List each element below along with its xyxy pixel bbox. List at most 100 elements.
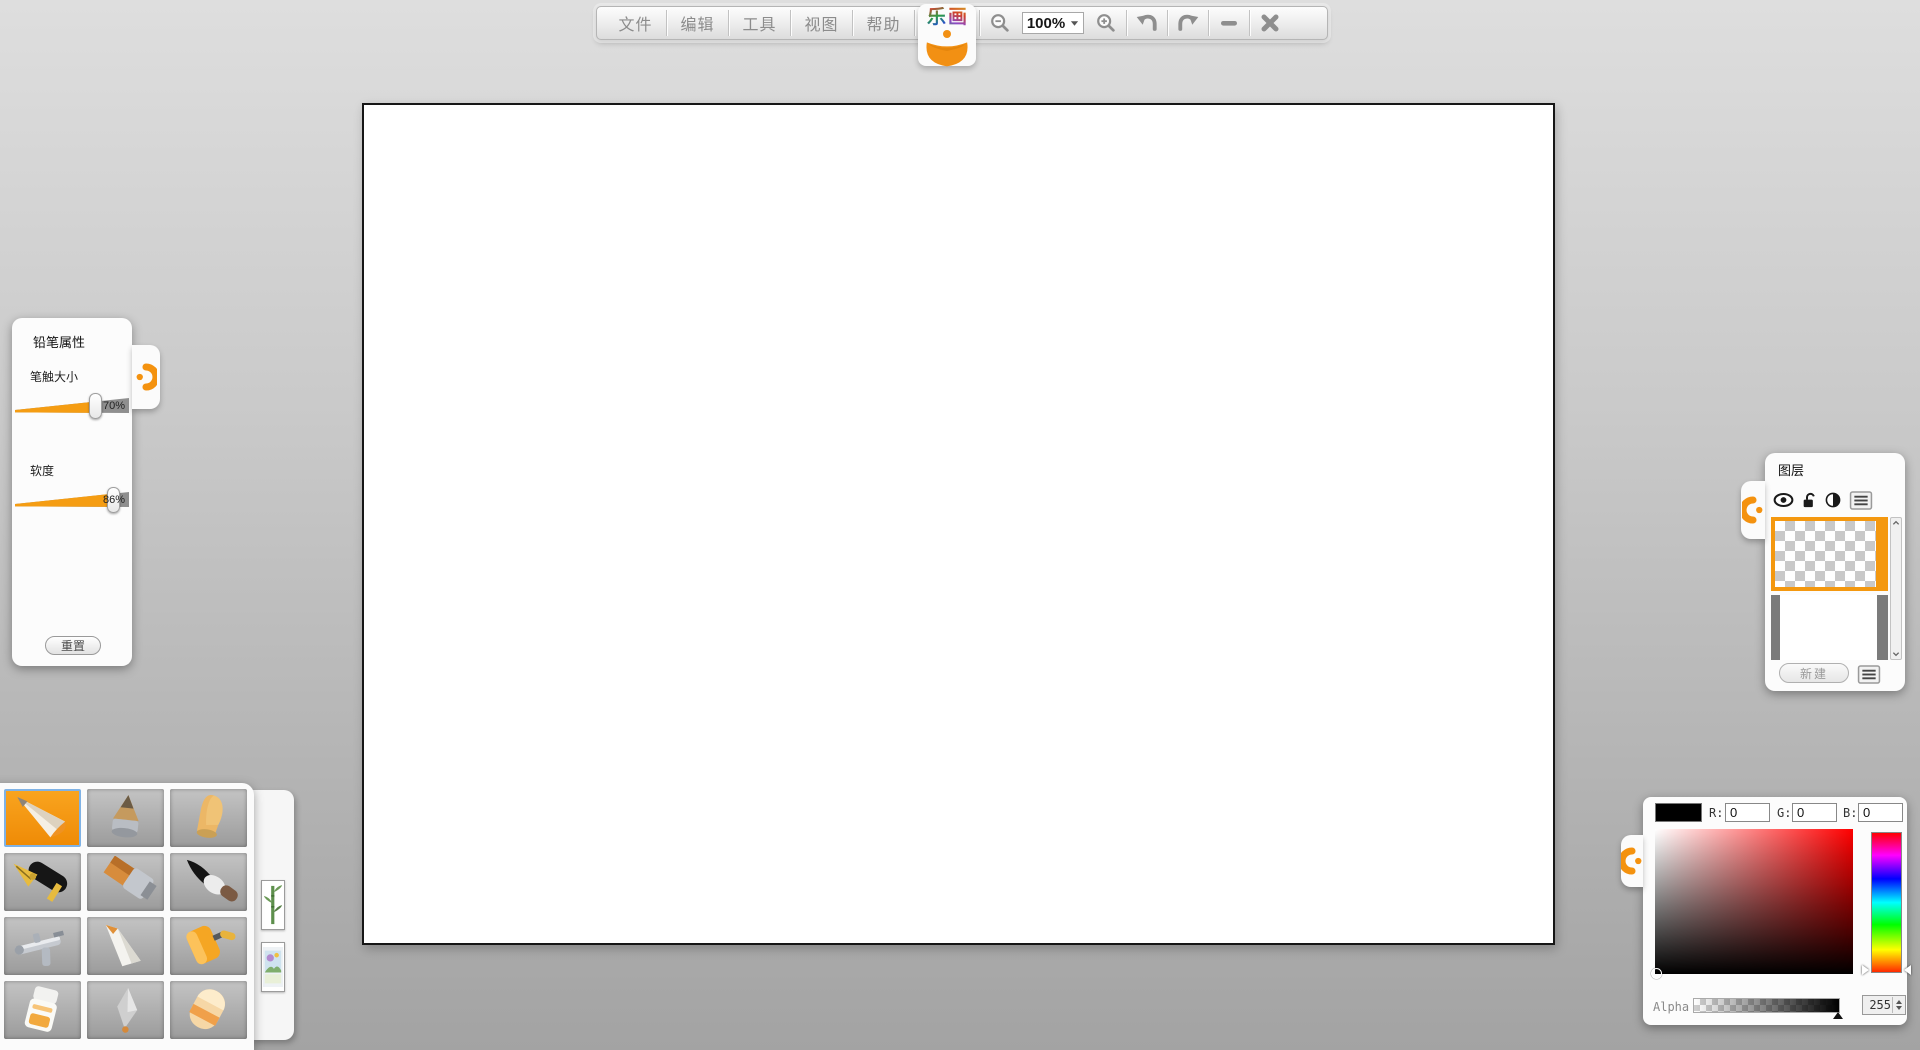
eraser-icon <box>174 984 244 1036</box>
contrast-icon <box>1825 492 1841 508</box>
brush-paint-roller[interactable] <box>170 917 247 975</box>
layer-thumbnail-2[interactable] <box>1771 595 1888 660</box>
menu-help[interactable]: 帮助 <box>853 8 914 38</box>
zoom-level-value: 100% <box>1027 15 1065 32</box>
slider-softness: 软度86% <box>15 462 129 514</box>
menu-tools[interactable]: 工具 <box>729 8 790 38</box>
brush-wood-pencil[interactable] <box>87 789 164 847</box>
slider-value: 70% <box>103 400 125 412</box>
zoom-level-dropdown[interactable]: 100% <box>1022 12 1084 34</box>
scroll-up-icon[interactable] <box>1892 520 1900 526</box>
lagoon-puck-icon <box>1621 846 1643 876</box>
alpha-slider[interactable] <box>1693 998 1840 1013</box>
menu-list-icon <box>1857 665 1881 684</box>
sv-cursor[interactable] <box>1651 968 1662 979</box>
main-toolbar: 文件编辑工具视图帮助 乐 画 100% <box>596 6 1328 40</box>
layer-opacity-button[interactable] <box>1825 492 1841 508</box>
drawing-canvas[interactable] <box>362 103 1555 945</box>
r-input[interactable] <box>1725 803 1770 822</box>
spinner-arrows-icon[interactable] <box>1892 997 1904 1013</box>
alpha-label: Alpha <box>1653 1000 1689 1014</box>
alpha-slider-marker[interactable] <box>1833 1012 1843 1019</box>
slider-label: 软度 <box>30 462 129 479</box>
palette-knife-icon <box>91 920 161 972</box>
brush-eraser[interactable] <box>170 981 247 1039</box>
library-button-bamboo-sample[interactable] <box>261 880 285 930</box>
blade-icon <box>91 984 161 1036</box>
brush-paste-jar[interactable] <box>4 981 81 1039</box>
brush-marker[interactable] <box>170 789 247 847</box>
color-panel-lagoon-handle[interactable] <box>1621 835 1643 887</box>
alpha-input[interactable] <box>1863 997 1891 1013</box>
layer-panel-menu-button[interactable] <box>1857 665 1881 684</box>
layer-visibility-button[interactable] <box>1773 493 1794 507</box>
brush-palette <box>0 783 300 1050</box>
brush-fountain-pen[interactable] <box>4 853 81 911</box>
paint-roller-icon <box>174 920 244 972</box>
hue-slider[interactable] <box>1871 832 1902 973</box>
app-logo-lagoon[interactable]: 乐 画 <box>918 4 976 66</box>
minimize-button[interactable] <box>1209 8 1249 38</box>
menu-file[interactable]: 文件 <box>605 8 666 38</box>
wood-pencil-icon <box>91 792 161 844</box>
pencil-icon <box>8 792 78 844</box>
layer-thumbnail-1[interactable] <box>1771 517 1888 591</box>
painting-sample-icon <box>263 945 283 989</box>
b-input[interactable] <box>1858 803 1903 822</box>
app-logo-slot: 乐 画 <box>915 6 979 40</box>
menu-view[interactable]: 视图 <box>791 8 852 38</box>
layer-menu-button[interactable] <box>1849 491 1873 510</box>
layers-panel: 图层 新建 <box>1765 453 1905 691</box>
layers-panel-lagoon-handle[interactable] <box>1741 481 1765 539</box>
current-color-swatch <box>1655 803 1702 822</box>
library-button-painting-sample[interactable] <box>261 942 285 992</box>
undo-button[interactable] <box>1127 8 1167 38</box>
airbrush-icon <box>8 920 78 972</box>
saturation-value-picker[interactable] <box>1655 829 1853 974</box>
layer-list <box>1771 517 1888 660</box>
hue-marker-left[interactable] <box>1862 965 1869 975</box>
hue-marker-right[interactable] <box>1904 965 1911 975</box>
reset-button[interactable]: 重置 <box>45 636 101 655</box>
color-picker-panel: R: G: B: Alpha <box>1643 797 1907 1025</box>
slider-handle[interactable] <box>89 393 102 419</box>
lock-open-icon <box>1802 492 1817 509</box>
brush-blade[interactable] <box>87 981 164 1039</box>
zoom-out-button[interactable] <box>980 8 1020 38</box>
new-layer-button[interactable]: 新建 <box>1779 663 1849 683</box>
lagoon-puck-icon <box>135 362 157 392</box>
chevron-down-icon <box>1070 20 1079 27</box>
brush-palette-tab <box>252 790 294 1040</box>
brush-ink-brush[interactable] <box>170 853 247 911</box>
menu-list-icon <box>1849 491 1873 510</box>
menu-edit[interactable]: 编辑 <box>667 8 728 38</box>
close-button[interactable] <box>1250 8 1290 38</box>
flat-brush-icon <box>91 856 161 908</box>
alpha-value-spinner[interactable] <box>1862 995 1906 1015</box>
bamboo-sample-icon <box>263 883 283 927</box>
logo-nose-icon <box>943 30 951 38</box>
layer-lock-button[interactable] <box>1802 492 1817 509</box>
scroll-down-icon[interactable] <box>1892 651 1900 657</box>
lagoon-puck-icon <box>1742 495 1764 525</box>
close-icon <box>1258 12 1282 34</box>
brush-pencil[interactable] <box>4 789 81 847</box>
layer-list-scrollbar[interactable] <box>1890 517 1902 660</box>
app-logo-text: 乐 画 <box>927 7 967 29</box>
pencil-panel-lagoon-handle[interactable] <box>132 345 160 409</box>
r-label: R: <box>1709 806 1723 820</box>
zoom-in-button[interactable] <box>1086 8 1126 38</box>
brush-palette-knife[interactable] <box>87 917 164 975</box>
pencil-properties-panel: 铅笔属性 笔触大小70%软度86% 重置 <box>12 318 132 666</box>
brush-airbrush[interactable] <box>4 917 81 975</box>
fountain-pen-icon <box>8 856 78 908</box>
redo-button[interactable] <box>1168 8 1208 38</box>
brush-palette-lagoon-handle[interactable] <box>258 804 288 868</box>
brush-palette-body <box>0 783 254 1050</box>
minimize-icon <box>1217 12 1241 34</box>
g-input[interactable] <box>1792 803 1837 822</box>
redo-icon <box>1176 12 1200 34</box>
slider-brush-size: 笔触大小 70% <box>15 368 129 420</box>
slider-label: 笔触大小 <box>30 368 129 385</box>
brush-flat-brush[interactable] <box>87 853 164 911</box>
